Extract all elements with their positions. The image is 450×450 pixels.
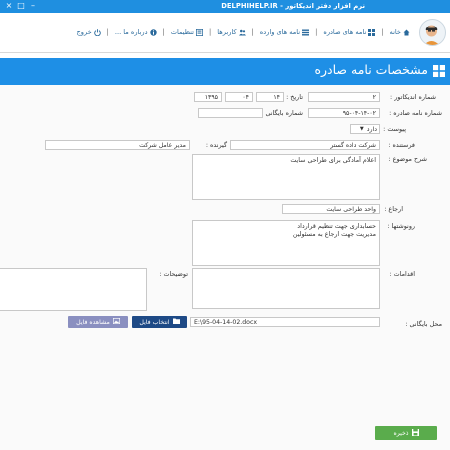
nav-home-label: خانه (389, 28, 401, 36)
home-icon (403, 29, 410, 36)
nav-home[interactable]: خانه (390, 28, 410, 36)
window-title: نرم افزار دفتر اندیکاتور - DELPHIHELP.IR (221, 2, 365, 10)
nav-settings[interactable]: تنظیمات (170, 28, 204, 36)
date-month-field[interactable]: ۰۴ (225, 92, 253, 102)
folder-icon (172, 318, 180, 326)
archive-location-label: محل بایگانی : (405, 320, 442, 328)
nav-separator: | (106, 28, 109, 36)
chevron-down-icon: ▼ (359, 125, 364, 132)
save-label: ذخیره (393, 429, 409, 437)
referral-field[interactable]: واحد طراحی سایت (282, 204, 380, 214)
minimize-icon[interactable]: – (27, 1, 39, 12)
notes-label: توضیحات : (159, 270, 188, 278)
actions-label: اقدامات : (389, 270, 415, 278)
view-file-label: مشاهده فایل (76, 318, 110, 326)
nav-incoming[interactable]: نامه های وارده (259, 28, 310, 36)
subject-textarea[interactable]: اعلام آمادگی برای طراحی سایت (192, 154, 380, 200)
nav-settings-label: تنظیمات (170, 28, 195, 36)
notes-textarea[interactable] (0, 268, 147, 311)
actions-textarea[interactable] (192, 268, 380, 309)
grid-icon (433, 65, 445, 77)
sender-label: فرستنده : (388, 141, 415, 149)
copies-textarea[interactable]: حسابداری جهت تنظیم قرارداد مدیریت جهت ار… (192, 220, 380, 266)
choose-file-label: انتخاب فایل (139, 318, 170, 326)
nav-about-label: درباره ما ... (114, 28, 148, 36)
save-icon (411, 428, 419, 438)
view-file-button[interactable]: مشاهده فایل (68, 316, 128, 328)
nav-separator: | (162, 28, 165, 36)
archive-number-field[interactable] (198, 108, 263, 118)
panel-header: مشخصات نامه صادره (0, 58, 450, 85)
date-label: تاریخ : (286, 93, 303, 101)
copies-line: حسابداری جهت تنظیم قرارداد (297, 223, 376, 230)
date-day-field[interactable]: ۱۴ (256, 92, 284, 102)
nav-separator: | (251, 28, 254, 36)
subject-text: اعلام آمادگی برای طراحی سایت (290, 157, 376, 164)
nav-users[interactable]: کاربرها (217, 28, 246, 36)
user-avatar (419, 19, 446, 46)
list-icon (302, 29, 310, 36)
attachment-label: پیوست : (383, 125, 406, 133)
grid-icon (368, 28, 376, 36)
archive-location-value: E:\95-04-14-02.docx (194, 319, 258, 326)
nav-menu: خانه | نامه های صادره | نامه های وارده |… (77, 28, 411, 36)
nav-separator: | (315, 28, 318, 36)
nav-outgoing[interactable]: نامه های صادره (323, 28, 376, 36)
info-icon (149, 28, 157, 36)
date-year-field[interactable]: ۱۳۹۵ (194, 92, 222, 102)
archive-number-label: شماره بایگانی : (261, 109, 303, 117)
close-icon[interactable]: × (3, 1, 15, 12)
outgoing-letter-form: شماره اندیکاتور : ۲ تاریخ : ۱۴ ۰۴ ۱۳۹۵ ش… (0, 85, 450, 450)
window-titlebar: نرم افزار دفتر اندیکاتور - DELPHIHELP.IR… (0, 0, 450, 13)
settings-icon (195, 28, 204, 36)
attachment-select[interactable]: دارد ▼ (350, 124, 380, 134)
top-navigation: خانه | نامه های صادره | نامه های وارده |… (0, 13, 450, 53)
receiver-label: گیرنده : (205, 141, 227, 149)
archive-location-field[interactable]: E:\95-04-14-02.docx (190, 317, 380, 327)
outgoing-number-label: شماره نامه صادره : (389, 109, 442, 117)
panel-title: مشخصات نامه صادره (314, 62, 428, 77)
choose-file-button[interactable]: انتخاب فایل (132, 316, 187, 328)
maximize-icon[interactable]: □ (15, 1, 27, 12)
power-icon (93, 28, 101, 36)
nav-about[interactable]: درباره ما ... (115, 28, 157, 36)
attachment-select-value: دارد (366, 125, 377, 133)
nav-separator: | (381, 28, 384, 36)
nav-separator: | (209, 28, 212, 36)
indicator-number-label: شماره اندیکاتور : (390, 93, 436, 101)
indicator-number-field[interactable]: ۲ (308, 92, 380, 102)
nav-exit-label: خروج (76, 28, 92, 36)
save-button[interactable]: ذخیره (375, 426, 437, 440)
outgoing-number-field[interactable]: ۹۵-۰۴-۱۴-۰۲ (308, 108, 380, 118)
referral-label: ارجاع : (384, 205, 403, 213)
nav-incoming-label: نامه های وارده (259, 28, 301, 36)
nav-users-label: کاربرها (217, 28, 237, 36)
receiver-field[interactable]: مدیر عامل شرکت (45, 140, 190, 150)
subject-label: شرح موضوع : (388, 155, 428, 163)
nav-outgoing-label: نامه های صادره (323, 28, 367, 36)
copies-line: مدیریت جهت ارجاع به مسئولین (292, 231, 376, 238)
nav-exit[interactable]: خروج (77, 28, 101, 36)
users-icon (238, 29, 246, 36)
image-icon (112, 317, 120, 326)
copies-label: رونوشتها : (387, 222, 415, 230)
sender-field[interactable]: شرکت داده گستر (230, 140, 380, 150)
